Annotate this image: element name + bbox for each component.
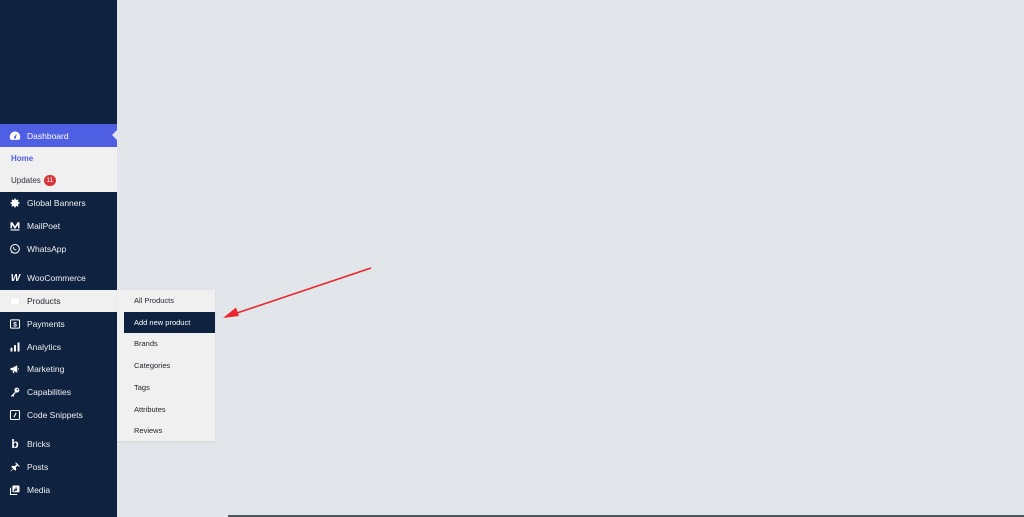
admin-sidebar: Dashboard Home Updates 11 Global Banners… [0, 0, 117, 517]
menu-dashboard-label: Dashboard [27, 130, 69, 141]
menu-whatsapp[interactable]: WhatsApp [0, 238, 117, 260]
menu-capabilities[interactable]: Capabilities [0, 381, 117, 403]
flyout-all-products[interactable]: All Products [124, 290, 215, 311]
arrow-head [223, 307, 239, 318]
menu-woocommerce-label: WooCommerce [27, 273, 86, 283]
flyout-categories[interactable]: Categories [124, 355, 215, 376]
products-flyout-submenu: All Products Add new product Brands Cate… [117, 290, 215, 441]
menu-media-label: Media [27, 485, 51, 495]
menu-code-snippets[interactable]: Code Snippets [0, 404, 117, 426]
menu-mailpoet-label: MailPoet [27, 221, 61, 231]
gear-icon [8, 196, 22, 210]
mailpoet-icon [8, 219, 22, 233]
menu-products[interactable]: Products [0, 290, 117, 312]
whatsapp-icon [8, 242, 22, 256]
menu-marketing-label: Marketing [27, 364, 65, 374]
menu-capabilities-label: Capabilities [27, 387, 71, 397]
menu-bricks[interactable]: b Bricks [0, 433, 117, 455]
flyout-add-new-product[interactable]: Add new product [124, 312, 215, 333]
code-icon [8, 408, 22, 422]
products-box-icon [8, 294, 22, 308]
flyout-brands[interactable]: Brands [124, 333, 215, 354]
menu-whatsapp-label: WhatsApp [27, 244, 67, 254]
menu-global-banners[interactable]: Global Banners [0, 192, 117, 214]
menu-dashboard[interactable]: Dashboard [0, 124, 117, 147]
menu-products-label: Products [27, 296, 61, 306]
menu-mailpoet[interactable]: MailPoet [0, 215, 117, 237]
svg-text:$: $ [13, 321, 17, 328]
arrow-shaft [233, 267, 372, 315]
pushpin-icon [8, 460, 22, 474]
flyout-tags[interactable]: Tags [124, 377, 215, 398]
woocommerce-icon: W [10, 272, 20, 284]
dashboard-gauge-icon [8, 129, 22, 143]
submenu-home-label: Home [11, 153, 34, 163]
active-indicator [112, 130, 117, 140]
menu-global-banners-label: Global Banners [27, 198, 86, 208]
submenu-updates[interactable]: Updates 11 [11, 172, 56, 188]
flyout-attributes[interactable]: Attributes [124, 399, 215, 420]
menu-bricks-label: Bricks [27, 439, 51, 449]
menu-posts-label: Posts [27, 462, 49, 472]
dashboard-submenu: Home Updates 11 [0, 147, 117, 192]
menu-woocommerce[interactable]: W WooCommerce [0, 267, 117, 289]
menu-posts[interactable]: Posts [0, 456, 117, 478]
key-icon [8, 385, 22, 399]
menu-marketing[interactable]: Marketing [0, 358, 117, 380]
bricks-b-icon: b [11, 437, 19, 451]
payments-icon: $ [8, 317, 22, 331]
menu-code-snippets-label: Code Snippets [27, 410, 83, 420]
menu-analytics[interactable]: Analytics [0, 336, 117, 358]
media-icon [8, 483, 22, 497]
submenu-home[interactable]: Home [11, 150, 33, 166]
updates-count-badge: 11 [43, 174, 56, 186]
flyout-reviews[interactable]: Reviews [124, 420, 215, 441]
megaphone-icon [8, 362, 22, 376]
bar-chart-icon [8, 340, 22, 354]
menu-payments-label: Payments [27, 319, 65, 329]
menu-media[interactable]: Media [0, 479, 117, 501]
menu-payments[interactable]: $ Payments [0, 313, 117, 335]
submenu-updates-label: Updates [11, 175, 41, 185]
menu-analytics-label: Analytics [27, 342, 62, 352]
